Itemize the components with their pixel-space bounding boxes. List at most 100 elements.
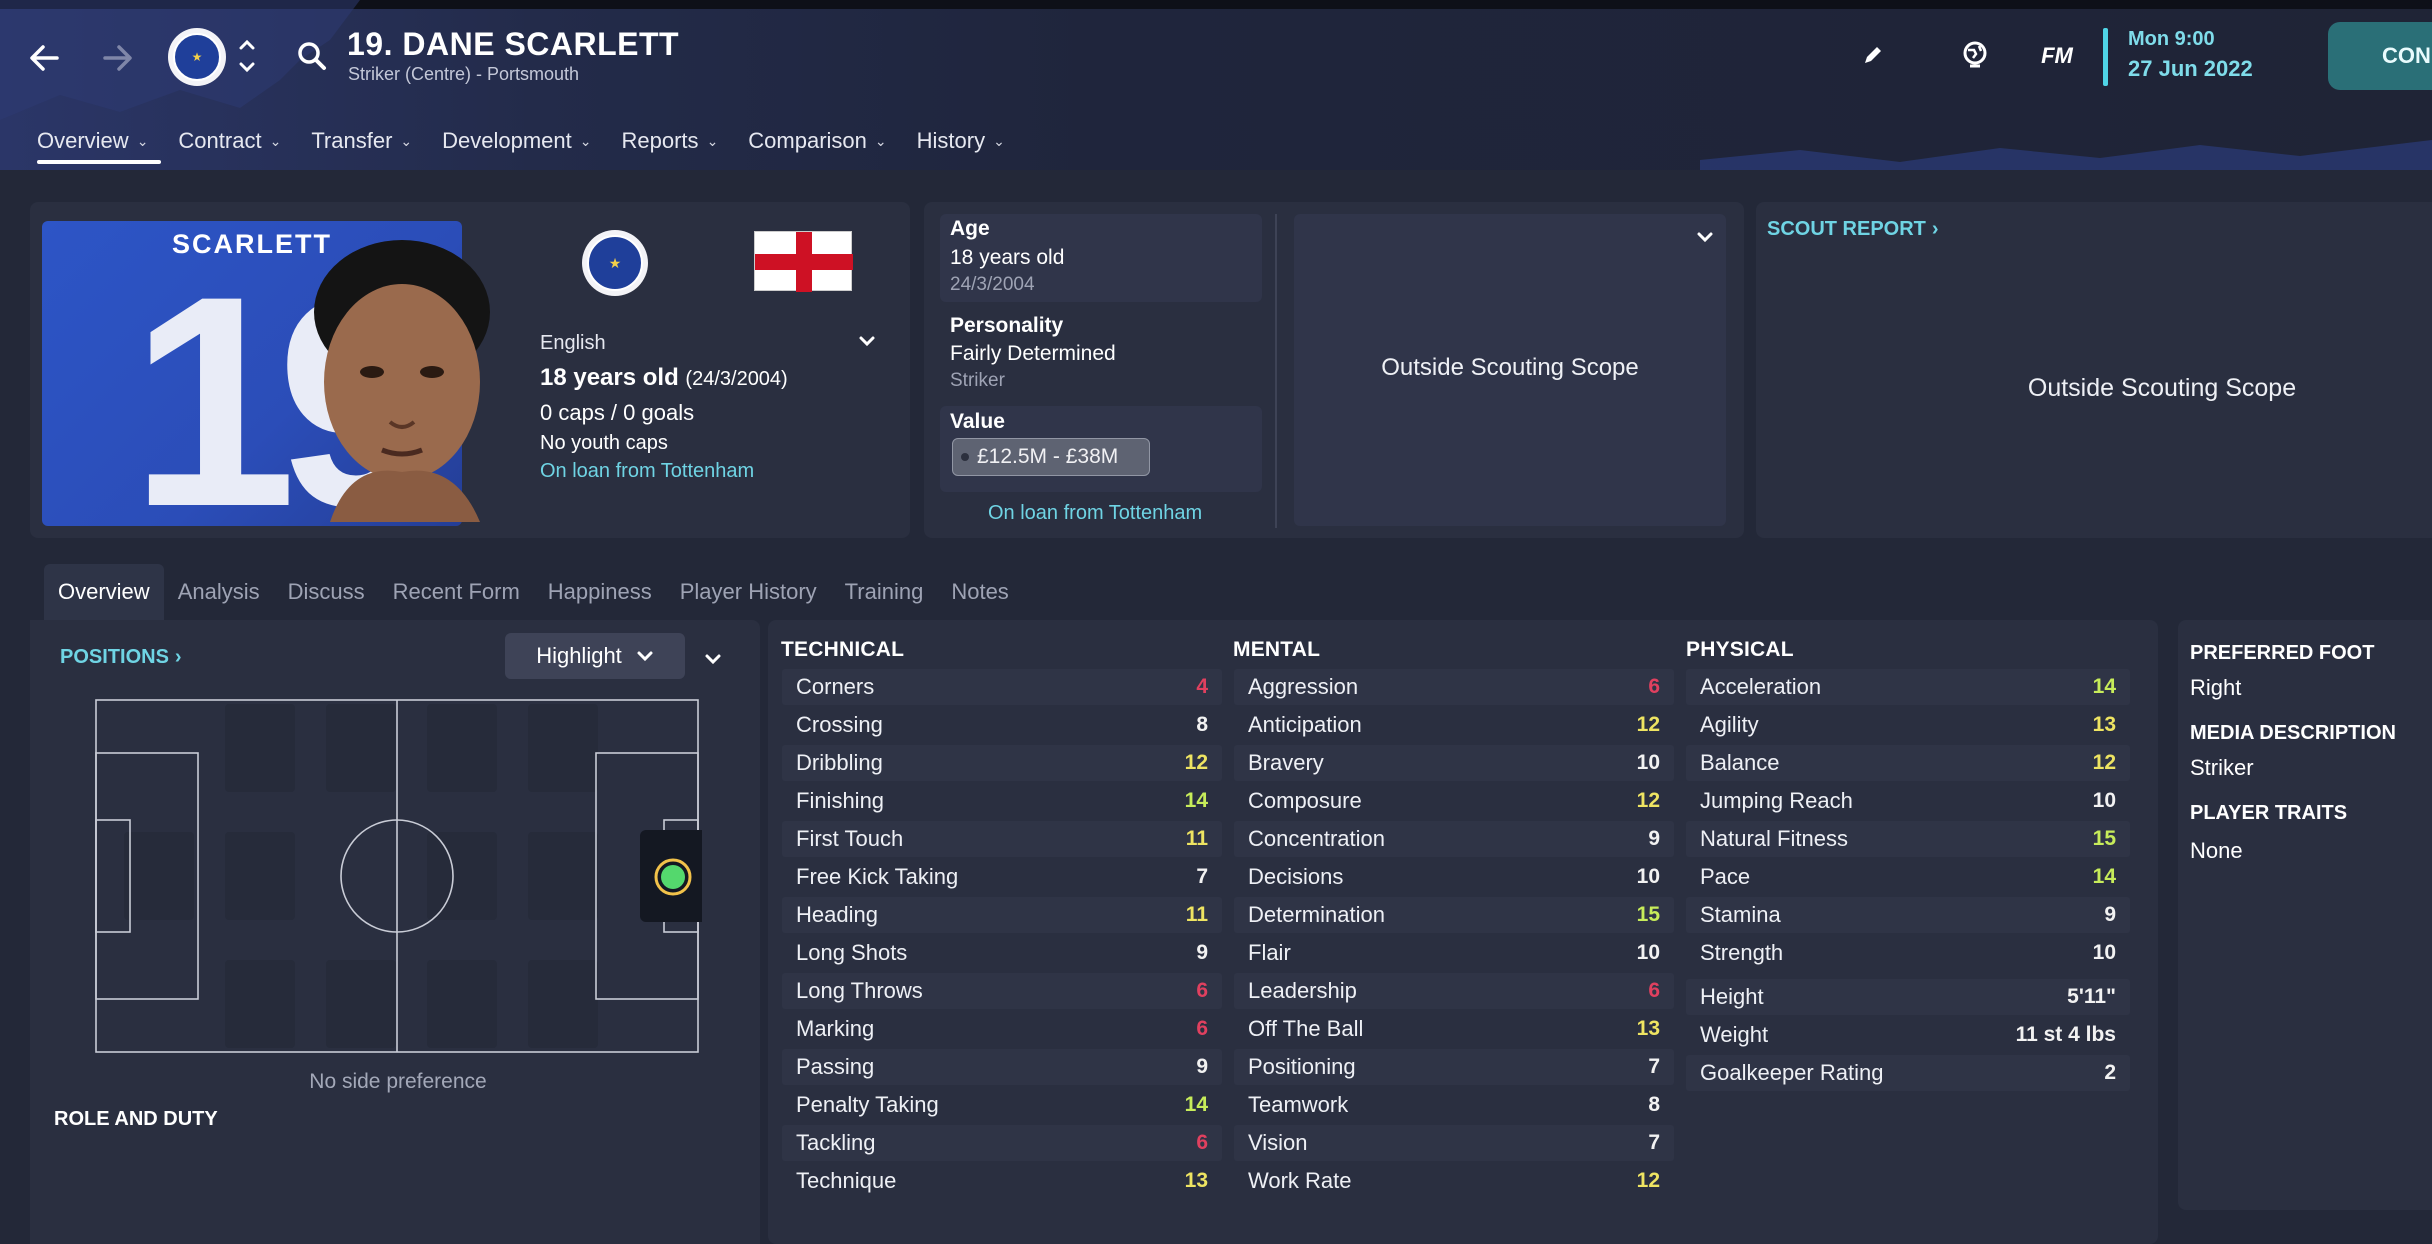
highlight-dropdown[interactable]: Highlight [505,633,685,679]
attribute-row-stamina[interactable]: Stamina 9 [1686,897,2130,933]
attribute-row-heading[interactable]: Heading 11 [782,897,1222,933]
attribute-value: 13 [2092,713,2116,736]
tab-label: Comparison [748,128,867,153]
tab-history[interactable]: History ⌄ [902,116,1020,166]
attribute-row-free-kick-taking[interactable]: Free Kick Taking 7 [782,859,1222,895]
attribute-row-aggression[interactable]: Aggression 6 [1234,669,1674,705]
attribute-row-determination[interactable]: Determination 15 [1234,897,1674,933]
scout-report-link[interactable]: SCOUT REPORT › [1767,218,1939,241]
attribute-row-goalkeeper-rating: Goalkeeper Rating 2 [1686,1055,2130,1091]
attribute-value: 7 [1648,1131,1660,1154]
attribute-row-long-throws[interactable]: Long Throws 6 [782,973,1222,1009]
attribute-row-marking[interactable]: Marking 6 [782,1011,1222,1047]
attribute-row-bravery[interactable]: Bravery 10 [1234,745,1674,781]
loan-link[interactable]: On loan from Tottenham [540,460,754,483]
positions-options-dropdown[interactable] [702,648,726,672]
attribute-row-pace[interactable]: Pace 14 [1686,859,2130,895]
attribute-row-teamwork[interactable]: Teamwork 8 [1234,1087,1674,1123]
forward-button[interactable] [94,34,142,82]
player-subtitle: Striker (Centre) - Portsmouth [348,64,580,84]
attribute-row-penalty-taking[interactable]: Penalty Taking 14 [782,1087,1222,1123]
edit-button[interactable] [1856,38,1890,72]
attribute-row-balance[interactable]: Balance 12 [1686,745,2130,781]
physical-title: PHYSICAL [1686,638,1794,661]
attribute-row-leadership[interactable]: Leadership 6 [1234,973,1674,1009]
attribute-value: 5'11" [2067,985,2116,1008]
attribute-row-work-rate[interactable]: Work Rate 12 [1234,1163,1674,1199]
search-button[interactable] [292,36,332,76]
subtab-analysis[interactable]: Analysis [164,564,274,620]
attribute-row-acceleration[interactable]: Acceleration 14 [1686,669,2130,705]
subtab-overview[interactable]: Overview [44,564,164,620]
player-switcher[interactable] [234,32,260,80]
attribute-row-corners[interactable]: Corners 4 [782,669,1222,705]
attribute-row-finishing[interactable]: Finishing 14 [782,783,1222,819]
attribute-name: Height [1700,984,1764,1009]
attribute-row-composure[interactable]: Composure 12 [1234,783,1674,819]
club-crest-large[interactable]: ★ [582,230,648,296]
attribute-name: Long Throws [796,978,923,1003]
subtab-notes[interactable]: Notes [937,564,1022,620]
attribute-row-technique[interactable]: Technique 13 [782,1163,1222,1199]
attribute-row-strength[interactable]: Strength 10 [1686,935,2130,971]
tab-reports[interactable]: Reports ⌄ [607,116,734,166]
attribute-value: 12 [2092,751,2116,774]
tab-transfer[interactable]: Transfer ⌄ [296,116,427,166]
youth-caps: No youth caps [540,432,668,454]
attribute-row-positioning[interactable]: Positioning 7 [1234,1049,1674,1085]
tab-development[interactable]: Development ⌄ [427,116,606,166]
subtab-discuss[interactable]: Discuss [274,564,379,620]
subtab-happiness[interactable]: Happiness [534,564,666,620]
scouting-dropdown[interactable] [1694,226,1718,250]
attribute-row-anticipation[interactable]: Anticipation 12 [1234,707,1674,743]
value-tag[interactable]: £12.5M - £38M [952,438,1150,476]
attribute-name: Finishing [796,788,885,813]
attribute-name: Crossing [796,712,883,737]
attribute-row-concentration[interactable]: Concentration 9 [1234,821,1674,857]
attribute-row-flair[interactable]: Flair 10 [1234,935,1674,971]
attribute-row-natural-fitness[interactable]: Natural Fitness 15 [1686,821,2130,857]
positions-link[interactable]: POSITIONS › [60,646,182,669]
attribute-name: Pace [1700,864,1751,889]
nationality-dropdown[interactable] [856,330,882,356]
subtab-recent-form[interactable]: Recent Form [379,564,534,620]
england-flag[interactable] [754,231,853,292]
loan-link-details[interactable]: On loan from Tottenham [988,502,1202,525]
tag-hole-icon [961,453,969,461]
attribute-row-off-the-ball[interactable]: Off The Ball 13 [1234,1011,1674,1047]
attribute-row-crossing[interactable]: Crossing 8 [782,707,1222,743]
continue-button[interactable]: CON [2328,22,2432,90]
attribute-value: 10 [1636,751,1660,774]
world-button[interactable] [1956,36,1994,74]
subtab-training[interactable]: Training [831,564,938,620]
attribute-name: Free Kick Taking [796,864,959,889]
fm-menu-button[interactable]: FM [2030,36,2084,76]
tab-comparison[interactable]: Comparison ⌄ [733,116,901,166]
attribute-row-passing[interactable]: Passing 9 [782,1049,1222,1085]
personality-label: Personality [950,314,1064,337]
attribute-row-jumping-reach[interactable]: Jumping Reach 10 [1686,783,2130,819]
attribute-value: 8 [1196,713,1208,736]
back-button[interactable] [20,34,68,82]
attribute-row-dribbling[interactable]: Dribbling 12 [782,745,1222,781]
player-title: 19. DANE SCARLETT [347,26,680,62]
side-preference: No side preference [309,1070,487,1093]
attribute-name: Vision [1248,1130,1308,1155]
attribute-value: 2 [2104,1061,2116,1084]
technical-title: TECHNICAL [781,638,905,661]
divider [1275,214,1277,528]
attribute-value: 10 [2092,789,2116,812]
attribute-row-decisions[interactable]: Decisions 10 [1234,859,1674,895]
attribute-row-long-shots[interactable]: Long Shots 9 [782,935,1222,971]
player-face-image [314,240,490,522]
tab-contract[interactable]: Contract ⌄ [163,116,296,166]
club-crest[interactable]: ★ [168,28,226,86]
attribute-row-first-touch[interactable]: First Touch 11 [782,821,1222,857]
tab-overview[interactable]: Overview ⌄ [22,116,163,166]
age-value: 18 years old [950,246,1065,269]
subtab-player-history[interactable]: Player History [666,564,831,620]
attribute-row-agility[interactable]: Agility 13 [1686,707,2130,743]
nationality: English [540,332,606,354]
attribute-row-vision[interactable]: Vision 7 [1234,1125,1674,1161]
attribute-row-tackling[interactable]: Tackling 6 [782,1125,1222,1161]
